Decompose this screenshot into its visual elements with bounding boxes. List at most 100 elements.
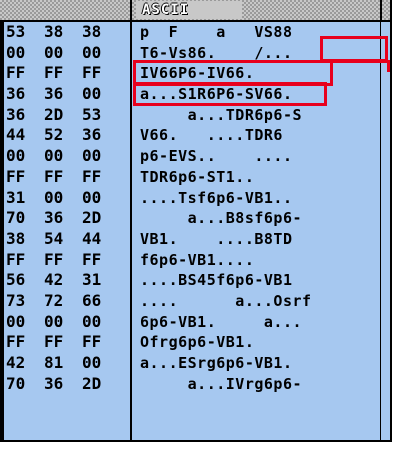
ascii-text[interactable]: 6p6-VB1. a... [140,312,302,332]
hex-byte[interactable]: 44 [82,229,120,249]
hex-byte[interactable]: 31 [82,270,120,290]
hex-byte[interactable]: 00 [82,312,120,332]
hex-byte[interactable]: FF [6,167,44,187]
table-row[interactable]: 70 36 2D a...IVrg6p6- [0,374,390,395]
hex-bytes: FF FF FF [6,332,120,352]
hex-byte[interactable]: 00 [82,84,120,104]
table-row[interactable]: 44 52 36 V66. ....TDR6 [0,125,390,146]
hex-byte[interactable]: FF [6,250,44,270]
hex-byte[interactable]: 00 [44,312,82,332]
hex-byte[interactable]: FF [82,63,120,83]
hex-byte[interactable]: 00 [82,43,120,63]
table-row[interactable]: 00 00 00 6p6-VB1. a... [0,312,390,333]
hex-byte[interactable]: 54 [44,229,82,249]
hex-byte[interactable]: 38 [44,22,82,42]
ascii-text[interactable]: TDR6p6-ST1.. [140,167,254,187]
hex-byte[interactable]: 70 [6,208,44,228]
hex-dump-pane[interactable]: ASCII 53 38 38 p F a VS88 00 00 00 T6-Vs86. /..… [0,0,392,442]
hex-byte[interactable]: 42 [44,270,82,290]
hex-byte[interactable]: 70 [6,374,44,394]
hex-byte[interactable]: 44 [6,125,44,145]
hex-byte[interactable]: FF [6,332,44,352]
table-row[interactable]: FF FF FF f6p6-VB1.... [0,250,390,271]
hex-byte[interactable]: 31 [6,188,44,208]
ascii-text[interactable]: V66. ....TDR6 [140,125,283,145]
hex-bytes: FF FF FF [6,250,120,270]
hex-byte[interactable]: 42 [6,353,44,373]
ascii-text[interactable]: .... a...Osrf [140,291,312,311]
hex-byte[interactable]: FF [44,250,82,270]
table-row[interactable]: 38 54 44 VB1. ....B8TD [0,229,390,250]
hex-byte[interactable]: 00 [82,146,120,166]
hex-byte[interactable]: 52 [44,125,82,145]
hex-byte[interactable]: FF [82,250,120,270]
hex-bytes: FF FF FF [6,167,120,187]
table-row[interactable]: 00 00 00 p6-EVS.. .... [0,146,390,167]
hex-bytes: 42 81 00 [6,353,120,373]
hex-byte[interactable]: 00 [82,188,120,208]
hex-byte[interactable]: 00 [6,146,44,166]
hex-byte[interactable]: FF [44,332,82,352]
hex-byte[interactable]: 00 [6,312,44,332]
ascii-text[interactable]: Ofrg6p6-VB1. [140,332,254,352]
table-row[interactable]: FF FF FF Ofrg6p6-VB1. [0,332,390,353]
hex-bytes: 00 00 00 [6,43,120,63]
ascii-text[interactable]: a...TDR6p6-S [140,105,302,125]
ascii-text[interactable]: ....BS45f6p6-VB1 [140,270,293,290]
hex-byte[interactable]: 81 [44,353,82,373]
ascii-column-header[interactable]: ASCII [136,1,242,19]
column-header-bar: ASCII [0,0,390,22]
hex-byte[interactable]: 00 [6,43,44,63]
hex-byte[interactable]: 36 [44,208,82,228]
hex-byte[interactable]: 53 [82,105,120,125]
hex-byte[interactable]: FF [44,167,82,187]
hex-byte[interactable]: 36 [44,374,82,394]
hex-byte[interactable]: FF [82,332,120,352]
hex-byte[interactable]: 36 [6,84,44,104]
hex-bytes: 31 00 00 [6,188,120,208]
ascii-text[interactable]: a...B8sf6p6- [140,208,302,228]
hex-bytes: 53 38 38 [6,22,120,42]
hex-byte[interactable]: 2D [82,374,120,394]
hex-byte[interactable]: 56 [6,270,44,290]
hex-byte[interactable]: 72 [44,291,82,311]
hex-byte[interactable]: 00 [44,146,82,166]
hex-bytes: 70 36 2D [6,374,120,394]
hex-byte[interactable]: 36 [44,84,82,104]
highlight-box-t6-right [330,60,390,72]
hex-byte[interactable]: FF [6,63,44,83]
hex-byte[interactable]: FF [82,167,120,187]
hex-byte[interactable]: 00 [82,353,120,373]
table-row[interactable]: 36 2D 53 a...TDR6p6-S [0,105,390,126]
table-row[interactable]: 42 81 00 a...ESrg6p6-VB1. [0,353,390,374]
ascii-text[interactable]: ....Tsf6p6-VB1.. [140,188,293,208]
hex-byte[interactable]: 38 [6,229,44,249]
ascii-text[interactable]: VB1. ....B8TD [140,229,293,249]
ascii-text[interactable]: p F a VS88 [140,22,293,42]
hex-byte[interactable]: FF [44,63,82,83]
hex-bytes: 56 42 31 [6,270,120,290]
highlight-box-vs88 [320,36,388,62]
table-row[interactable]: 56 42 31 ....BS45f6p6-VB1 [0,270,390,291]
hex-byte[interactable]: 2D [82,208,120,228]
hex-byte[interactable]: 00 [44,43,82,63]
hex-bytes: 00 00 00 [6,312,120,332]
table-row[interactable]: 73 72 66 .... a...Osrf [0,291,390,312]
ascii-text[interactable]: a...ESrg6p6-VB1. [140,353,293,373]
hex-byte[interactable]: 38 [82,22,120,42]
hex-viewer-window: ASCII 53 38 38 p F a VS88 00 00 00 T6-Vs86. /..… [0,0,403,451]
table-row[interactable]: 70 36 2D a...B8sf6p6- [0,208,390,229]
hex-byte[interactable]: 2D [44,105,82,125]
ascii-text[interactable]: f6p6-VB1.... [140,250,254,270]
hex-byte[interactable]: 73 [6,291,44,311]
table-row[interactable]: FF FF FF TDR6p6-ST1.. [0,167,390,188]
hex-byte[interactable]: 00 [44,188,82,208]
ascii-text[interactable]: a...IVrg6p6- [140,374,302,394]
ascii-text[interactable]: p6-EVS.. .... [140,146,293,166]
table-row[interactable] [0,394,390,415]
hex-byte[interactable]: 36 [82,125,120,145]
hex-byte[interactable]: 36 [6,105,44,125]
hex-byte[interactable]: 66 [82,291,120,311]
hex-byte[interactable]: 53 [6,22,44,42]
table-row[interactable]: 31 00 00 ....Tsf6p6-VB1.. [0,188,390,209]
